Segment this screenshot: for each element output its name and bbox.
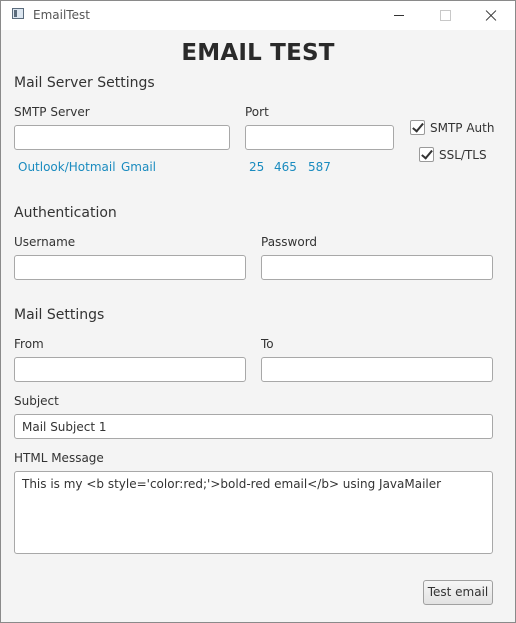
page-title: EMAIL TEST [181,40,335,66]
ssl-tls-label: SSL/TLS [439,148,487,162]
to-input[interactable] [261,357,493,382]
username-input[interactable] [14,255,246,280]
title-bar: EmailTest [1,1,515,30]
html-message-textarea[interactable]: This is my <b style='color:red;'>bold-re… [14,471,493,554]
username-label: Username [14,235,76,249]
port-587-link[interactable]: 587 [308,160,331,174]
close-icon[interactable] [468,1,514,30]
port-label: Port [245,105,269,119]
authentication-section-title: Authentication [14,205,117,221]
mail-settings-section-title: Mail Settings [14,307,105,323]
port-465-link[interactable]: 465 [274,160,297,174]
smtp-server-label: SMTP Server [14,105,90,119]
subject-label: Subject [14,394,59,408]
email-test-window: EmailTest EMAIL TEST Mail Server Setting… [0,0,516,623]
window-title: EmailTest [33,8,90,22]
port-input[interactable] [245,125,394,150]
ssl-tls-checkbox[interactable] [419,147,434,162]
html-message-label: HTML Message [14,451,104,465]
maximize-icon[interactable] [422,1,468,30]
test-email-button[interactable]: Test email [423,580,493,605]
minimize-icon[interactable] [376,1,422,30]
preset-outlook-hotmail-link[interactable]: Outlook/Hotmail [18,160,116,174]
mail-server-section-title: Mail Server Settings [14,75,155,91]
subject-input[interactable] [14,414,493,439]
smtp-auth-label: SMTP Auth [430,121,495,135]
from-input[interactable] [14,357,246,382]
smtp-auth-checkbox[interactable] [410,120,425,135]
from-label: From [14,337,44,351]
to-label: To [261,337,274,351]
password-label: Password [261,235,318,249]
preset-gmail-link[interactable]: Gmail [121,160,156,174]
port-25-link[interactable]: 25 [249,160,264,174]
smtp-server-input[interactable] [14,125,230,150]
password-input[interactable] [261,255,493,280]
app-window-icon [12,8,24,19]
